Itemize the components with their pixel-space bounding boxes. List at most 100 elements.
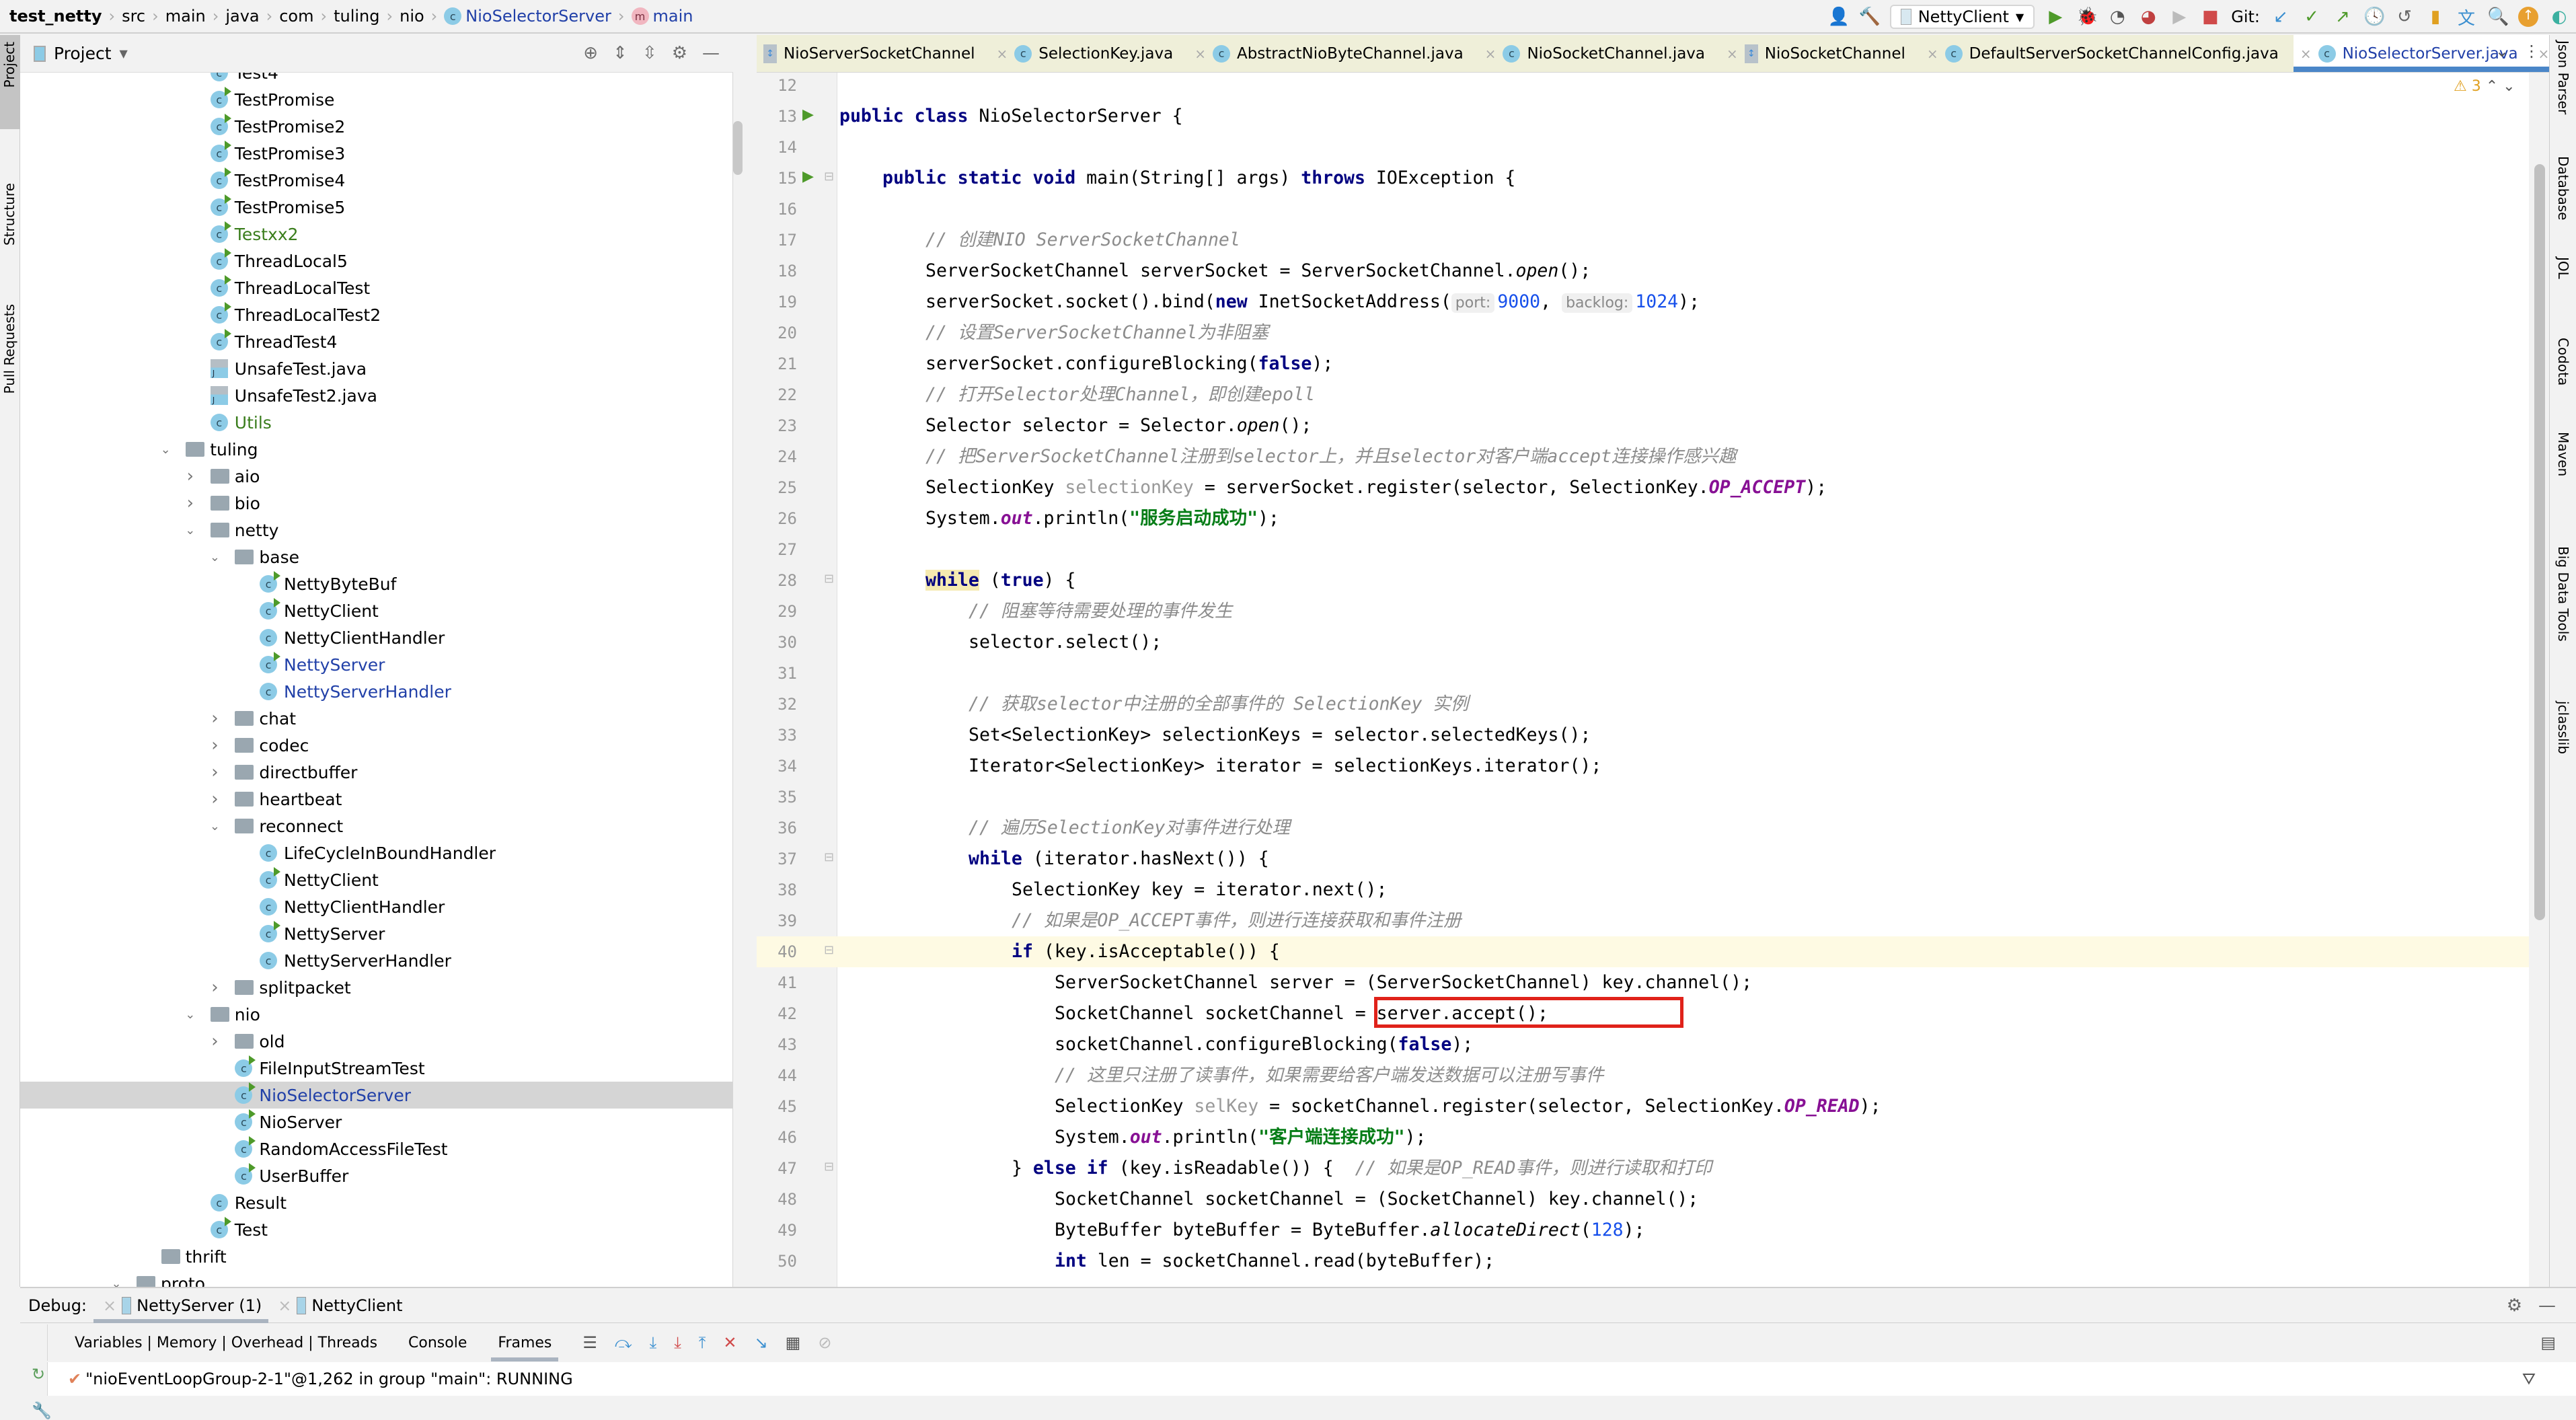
tool-window-codota[interactable]: Codota <box>2555 338 2571 385</box>
tab-frames[interactable]: Frames <box>491 1335 559 1361</box>
force-step-into-icon[interactable]: ⤓ <box>674 1333 681 1352</box>
chevron-down-icon[interactable]: ⌄ <box>110 1277 123 1287</box>
tree-item[interactable]: c ThreadLocalTest <box>20 274 732 301</box>
tree-item[interactable]: c NettyClientHandler <box>20 893 732 920</box>
code-line[interactable] <box>837 194 2529 225</box>
run-to-cursor-icon[interactable]: ↘ <box>755 1333 768 1352</box>
tree-item[interactable]: › old <box>20 1028 732 1055</box>
chevron-down-icon[interactable]: ▼ <box>120 47 128 60</box>
tree-item[interactable]: c ThreadLocalTest2 <box>20 301 732 328</box>
tool-window-project[interactable]: Project <box>1 42 17 87</box>
code-line[interactable]: socketChannel.configureBlocking(false); <box>837 1029 2529 1060</box>
warnings-indicator[interactable]: ⚠ 3 ⌃ ⌄ <box>2454 78 2515 95</box>
locate-icon[interactable]: ⊕ <box>583 43 598 63</box>
close-icon[interactable]: × <box>1927 46 1938 62</box>
tree-item[interactable]: c TestPromise2 <box>20 113 732 140</box>
run-config-select[interactable]: NettyClient ▼ <box>1889 5 2035 29</box>
tree-item[interactable]: c Result <box>20 1189 732 1216</box>
tree-item[interactable]: c TestPromise5 <box>20 194 732 221</box>
tree-item[interactable]: thrift <box>20 1243 732 1270</box>
chevron-right-icon[interactable]: › <box>208 789 221 809</box>
code-line[interactable]: // 打开Selector处理Channel，即创建epoll <box>837 379 2529 410</box>
chevron-down-icon[interactable]: ⌄ <box>2495 42 2509 61</box>
fold-icon[interactable]: ⊟ <box>824 943 834 957</box>
code-line[interactable]: serverSocket.configureBlocking(false); <box>837 348 2529 379</box>
fold-icon[interactable]: ⊟ <box>824 572 834 586</box>
code-line[interactable]: ByteBuffer byteBuffer = ByteBuffer.alloc… <box>837 1215 2529 1246</box>
tree-item[interactable]: › chat <box>20 705 732 732</box>
debug-icon[interactable]: 🐞 <box>2076 7 2098 27</box>
tree-item[interactable]: c Test <box>20 1216 732 1243</box>
code-line[interactable]: Selector selector = Selector.open(); <box>837 410 2529 441</box>
layout-icon[interactable]: ☰ <box>582 1333 597 1352</box>
gear-icon[interactable]: ⚙ <box>672 43 687 63</box>
code-line[interactable]: if (key.isAcceptable()) { <box>837 936 2529 967</box>
chevron-right-icon[interactable]: › <box>184 493 197 513</box>
code-line[interactable]: SelectionKey selKey = socketChannel.regi… <box>837 1091 2529 1122</box>
tree-item[interactable]: c UserBuffer <box>20 1162 732 1189</box>
tool-window-json-parser[interactable]: Json Parser <box>2555 40 2571 114</box>
code-line[interactable]: selector.select(); <box>837 627 2529 658</box>
plugin-icon[interactable]: ◐ <box>2549 7 2569 27</box>
code-line[interactable]: int len = socketChannel.read(byteBuffer)… <box>837 1246 2529 1277</box>
close-icon[interactable]: × <box>1485 46 1497 62</box>
close-icon[interactable]: × <box>1727 46 1738 62</box>
tree-item[interactable]: c TestPromise3 <box>20 140 732 167</box>
tree-item[interactable]: c NettyClientHandler <box>20 624 732 651</box>
tree-item[interactable]: ⌄ reconnect <box>20 813 732 839</box>
tree-item[interactable]: J UnsafeTest2.java <box>20 382 732 409</box>
code-editor[interactable]: public class NioSelectorServer {public s… <box>837 73 2529 1287</box>
bookmark-icon[interactable]: ▮ <box>2425 7 2446 27</box>
code-line[interactable]: public static void main(String[] args) t… <box>837 163 2529 194</box>
chevron-right-icon[interactable]: › <box>184 466 197 486</box>
editor-tab[interactable]: × c NioSocketChannel.java <box>1478 35 1720 72</box>
tool-window-jol[interactable]: JOL <box>2555 257 2571 279</box>
chevron-down-icon[interactable]: ⌄ <box>208 550 221 564</box>
breadcrumb-item[interactable]: java <box>225 7 259 26</box>
code-line[interactable]: // 这里只注册了读事件，如果需要给客户端发送数据可以注册写事件 <box>837 1060 2529 1091</box>
rollback-icon[interactable]: ↺ <box>2394 7 2415 27</box>
breadcrumb-item[interactable]: main <box>165 7 206 26</box>
code-line[interactable]: // 阻塞等待需要处理的事件发生 <box>837 596 2529 627</box>
chevron-down-icon[interactable]: ⌄ <box>208 819 221 833</box>
tree-item[interactable]: c NettyClient <box>20 866 732 893</box>
code-line[interactable] <box>837 132 2529 163</box>
coverage-icon[interactable]: ◔ <box>2107 7 2127 27</box>
step-over-icon[interactable]: ⤼ <box>615 1333 632 1352</box>
tree-item[interactable]: c Testxx2 <box>20 221 732 248</box>
tab-variables-threads[interactable]: Variables | Memory | Overhead | Threads <box>75 1335 377 1351</box>
tool-window-database[interactable]: Database <box>2555 156 2571 220</box>
collapse-all-icon[interactable]: ⇳ <box>642 43 657 63</box>
evaluate-icon[interactable]: ▦ <box>786 1333 801 1352</box>
search-icon[interactable]: 🔍 <box>2487 7 2509 27</box>
code-line[interactable]: Set<SelectionKey> selectionKeys = select… <box>837 720 2529 751</box>
filter-icon[interactable]: ⛛ <box>2522 1370 2536 1388</box>
more-icon[interactable]: ⋮ <box>2524 42 2540 61</box>
breadcrumb-item[interactable]: src <box>122 7 145 26</box>
tree-item[interactable]: › heartbeat <box>20 786 732 813</box>
code-line[interactable]: while (true) { <box>837 565 2529 596</box>
tool-window-structure[interactable]: Structure <box>1 183 17 246</box>
chevron-down-icon[interactable]: ⌄ <box>184 1008 197 1022</box>
editor-tab[interactable]: × c SelectionKey.java <box>990 35 1188 72</box>
tree-item[interactable]: c TestPromise4 <box>20 167 732 194</box>
fold-icon[interactable]: ⊟ <box>824 850 834 864</box>
code-line[interactable]: SelectionKey selectionKey = serverSocket… <box>837 472 2529 503</box>
code-line[interactable] <box>837 73 2529 101</box>
tree-item[interactable]: c NettyClient <box>20 597 732 624</box>
tool-window-jclasslib[interactable]: jclasslib <box>2555 701 2571 754</box>
tree-item[interactable]: c RandomAccessFileTest <box>20 1135 732 1162</box>
breadcrumb-item[interactable]: test_netty <box>9 7 102 26</box>
code-line[interactable]: // 获取selector中注册的全部事件的 SelectionKey 实例 <box>837 689 2529 720</box>
fold-icon[interactable]: ⊟ <box>824 1160 834 1174</box>
code-line[interactable]: System.out.println("服务启动成功"); <box>837 503 2529 534</box>
tree-item[interactable]: ⌄ nio <box>20 1001 732 1028</box>
tree-item[interactable]: › codec <box>20 732 732 759</box>
hide-icon[interactable]: — <box>2538 1296 2556 1316</box>
gear-icon[interactable]: ⚙ <box>2507 1296 2522 1316</box>
run-gutter-icon[interactable]: ▶ <box>802 168 814 185</box>
tree-item[interactable]: c NettyServer <box>20 920 732 947</box>
tree-item[interactable]: › splitpacket <box>20 974 732 1001</box>
breadcrumb-item[interactable]: NioSelectorServer <box>465 7 611 26</box>
step-into-icon[interactable]: ⤓ <box>650 1333 657 1352</box>
